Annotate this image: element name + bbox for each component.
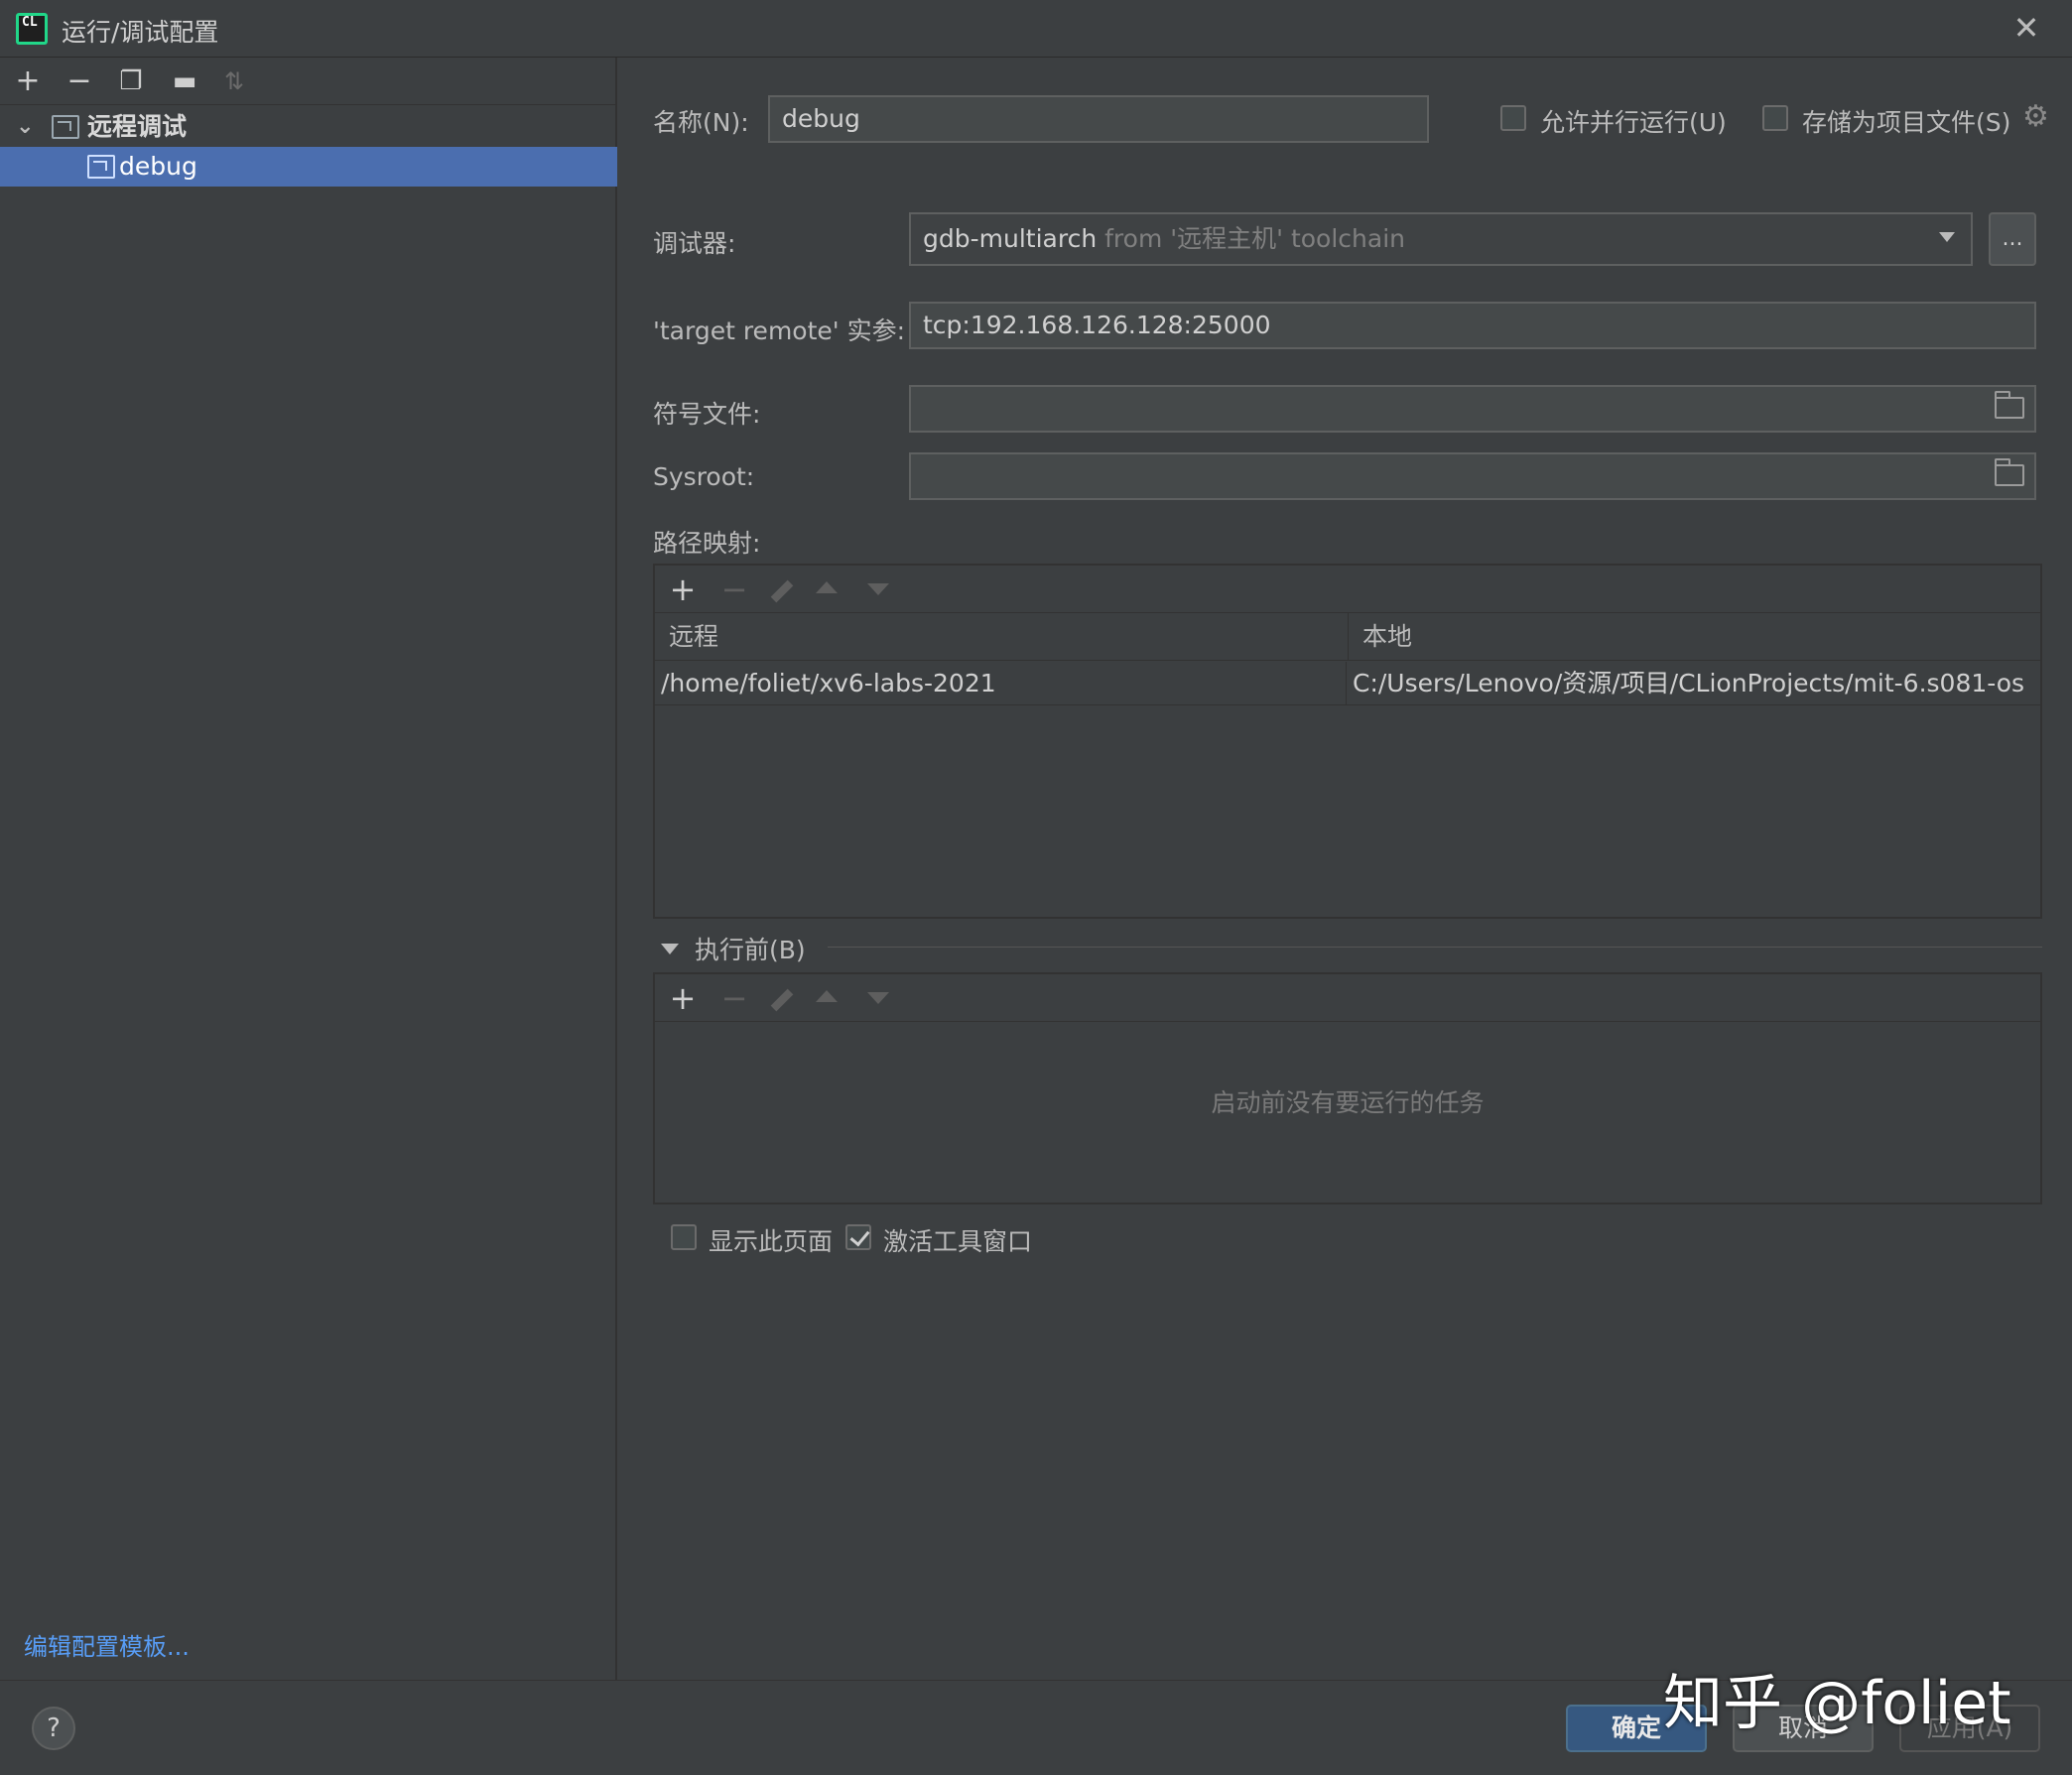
- column-header-local[interactable]: 本地: [1348, 613, 2040, 661]
- symbol-file-input[interactable]: [909, 385, 2036, 433]
- name-label: 名称(N):: [653, 108, 749, 137]
- activate-tool-window-label[interactable]: 激活工具窗口: [883, 1222, 1032, 1258]
- remove-config-icon[interactable]: −: [60, 63, 99, 99]
- new-folder-icon[interactable]: ▬: [165, 63, 204, 99]
- help-button[interactable]: ?: [32, 1707, 75, 1750]
- show-page-label[interactable]: 显示此页面: [709, 1222, 833, 1258]
- add-icon[interactable]: +: [663, 570, 703, 609]
- move-down-icon[interactable]: [867, 583, 889, 595]
- zhihu-watermark: 知乎 @foliet: [1663, 1669, 2011, 1738]
- debugger-toolchain-suffix: from '远程主机' toolchain: [1104, 224, 1405, 253]
- folder-open-icon[interactable]: [1995, 391, 2024, 419]
- title-bar: CL 运行/调试配置 ✕: [0, 0, 2072, 58]
- tree-item-label: debug: [119, 152, 197, 181]
- move-up-icon[interactable]: [816, 990, 838, 1002]
- collapse-triangle-icon[interactable]: [661, 944, 679, 954]
- store-as-project-label[interactable]: 存储为项目文件(S): [1802, 103, 2010, 139]
- close-icon[interactable]: ✕: [2007, 8, 2046, 48]
- target-remote-label: 'target remote' 实参:: [653, 317, 906, 345]
- before-launch-toolbar: + −: [655, 974, 2040, 1022]
- name-input[interactable]: debug: [768, 95, 1429, 143]
- path-mapping-label: 路径映射:: [653, 529, 761, 558]
- chevron-down-icon: [1939, 232, 1955, 242]
- empty-tasks-text: 启动前没有要运行的任务: [1211, 1088, 1485, 1117]
- tree-toolbar: + − ❐ ▬ ⇅: [0, 58, 617, 105]
- activate-tool-window-checkbox[interactable]: [845, 1224, 871, 1250]
- add-icon[interactable]: +: [663, 978, 703, 1018]
- sort-icon[interactable]: ⇅: [214, 63, 254, 99]
- allow-parallel-checkbox[interactable]: [1500, 105, 1526, 131]
- gear-icon[interactable]: ⚙: [2022, 99, 2049, 134]
- show-page-checkbox[interactable]: [671, 1224, 697, 1250]
- tree-group-remote-debug[interactable]: ⌄ 远程调试: [0, 107, 617, 147]
- cell-local-path[interactable]: C:/Users/Lenovo/资源/项目/CLionProjects/mit-…: [1346, 662, 2042, 705]
- move-down-icon[interactable]: [867, 992, 889, 1004]
- before-launch-header[interactable]: 执行前(B): [695, 931, 806, 966]
- configuration-tree-pane: + − ❐ ▬ ⇅ ⌄ 远程调试 debug 编辑配置模板...: [0, 58, 617, 1680]
- move-up-icon[interactable]: [816, 581, 838, 593]
- cell-remote-path[interactable]: /home/foliet/xv6-labs-2021: [655, 662, 1348, 705]
- table-header: 远程 本地: [655, 613, 2040, 661]
- column-header-remote[interactable]: 远程: [655, 613, 1348, 661]
- target-remote-input[interactable]: tcp:192.168.126.128:25000: [909, 302, 2036, 349]
- edit-icon[interactable]: [770, 988, 794, 1012]
- remove-icon[interactable]: −: [714, 978, 754, 1018]
- table-row[interactable]: /home/foliet/xv6-labs-2021 C:/Users/Leno…: [655, 662, 2040, 705]
- tree-item-debug[interactable]: debug: [0, 147, 617, 187]
- before-launch-tasks: + − 启动前没有要运行的任务: [653, 972, 2042, 1204]
- add-config-icon[interactable]: +: [8, 63, 48, 99]
- store-as-project-checkbox[interactable]: [1762, 105, 1788, 131]
- edit-templates-link[interactable]: 编辑配置模板...: [24, 1627, 190, 1662]
- symbol-file-label: 符号文件:: [653, 400, 761, 429]
- debugger-select[interactable]: gdb-multiarch from '远程主机' toolchain: [909, 212, 1973, 266]
- folder-open-icon[interactable]: [1995, 458, 2024, 486]
- clion-app-icon: CL: [16, 13, 48, 45]
- path-mapping-table: + − 远程 本地 /home/foliet/xv6-labs-2021 C:/…: [653, 564, 2042, 919]
- debugger-browse-button[interactable]: ...: [1989, 212, 2036, 266]
- chevron-down-icon[interactable]: ⌄: [16, 107, 34, 147]
- sysroot-label: Sysroot:: [653, 462, 755, 491]
- window-title: 运行/调试配置: [62, 18, 219, 47]
- debugger-value: gdb-multiarch: [923, 224, 1098, 253]
- remote-debug-icon: [52, 115, 79, 139]
- section-divider: [828, 947, 2042, 948]
- debugger-label: 调试器:: [653, 229, 736, 258]
- path-mapping-toolbar: + −: [655, 566, 2040, 613]
- sysroot-input[interactable]: [909, 452, 2036, 500]
- tree-group-label: 远程调试: [87, 112, 188, 141]
- edit-icon[interactable]: [770, 579, 794, 603]
- copy-config-icon[interactable]: ❐: [111, 63, 151, 99]
- configuration-form: 名称(N): debug 允许并行运行(U) 存储为项目文件(S) ⚙ 调试器:…: [619, 58, 2072, 1680]
- allow-parallel-label[interactable]: 允许并行运行(U): [1540, 103, 1727, 139]
- remote-debug-config-icon: [87, 155, 115, 179]
- remove-icon[interactable]: −: [714, 570, 754, 609]
